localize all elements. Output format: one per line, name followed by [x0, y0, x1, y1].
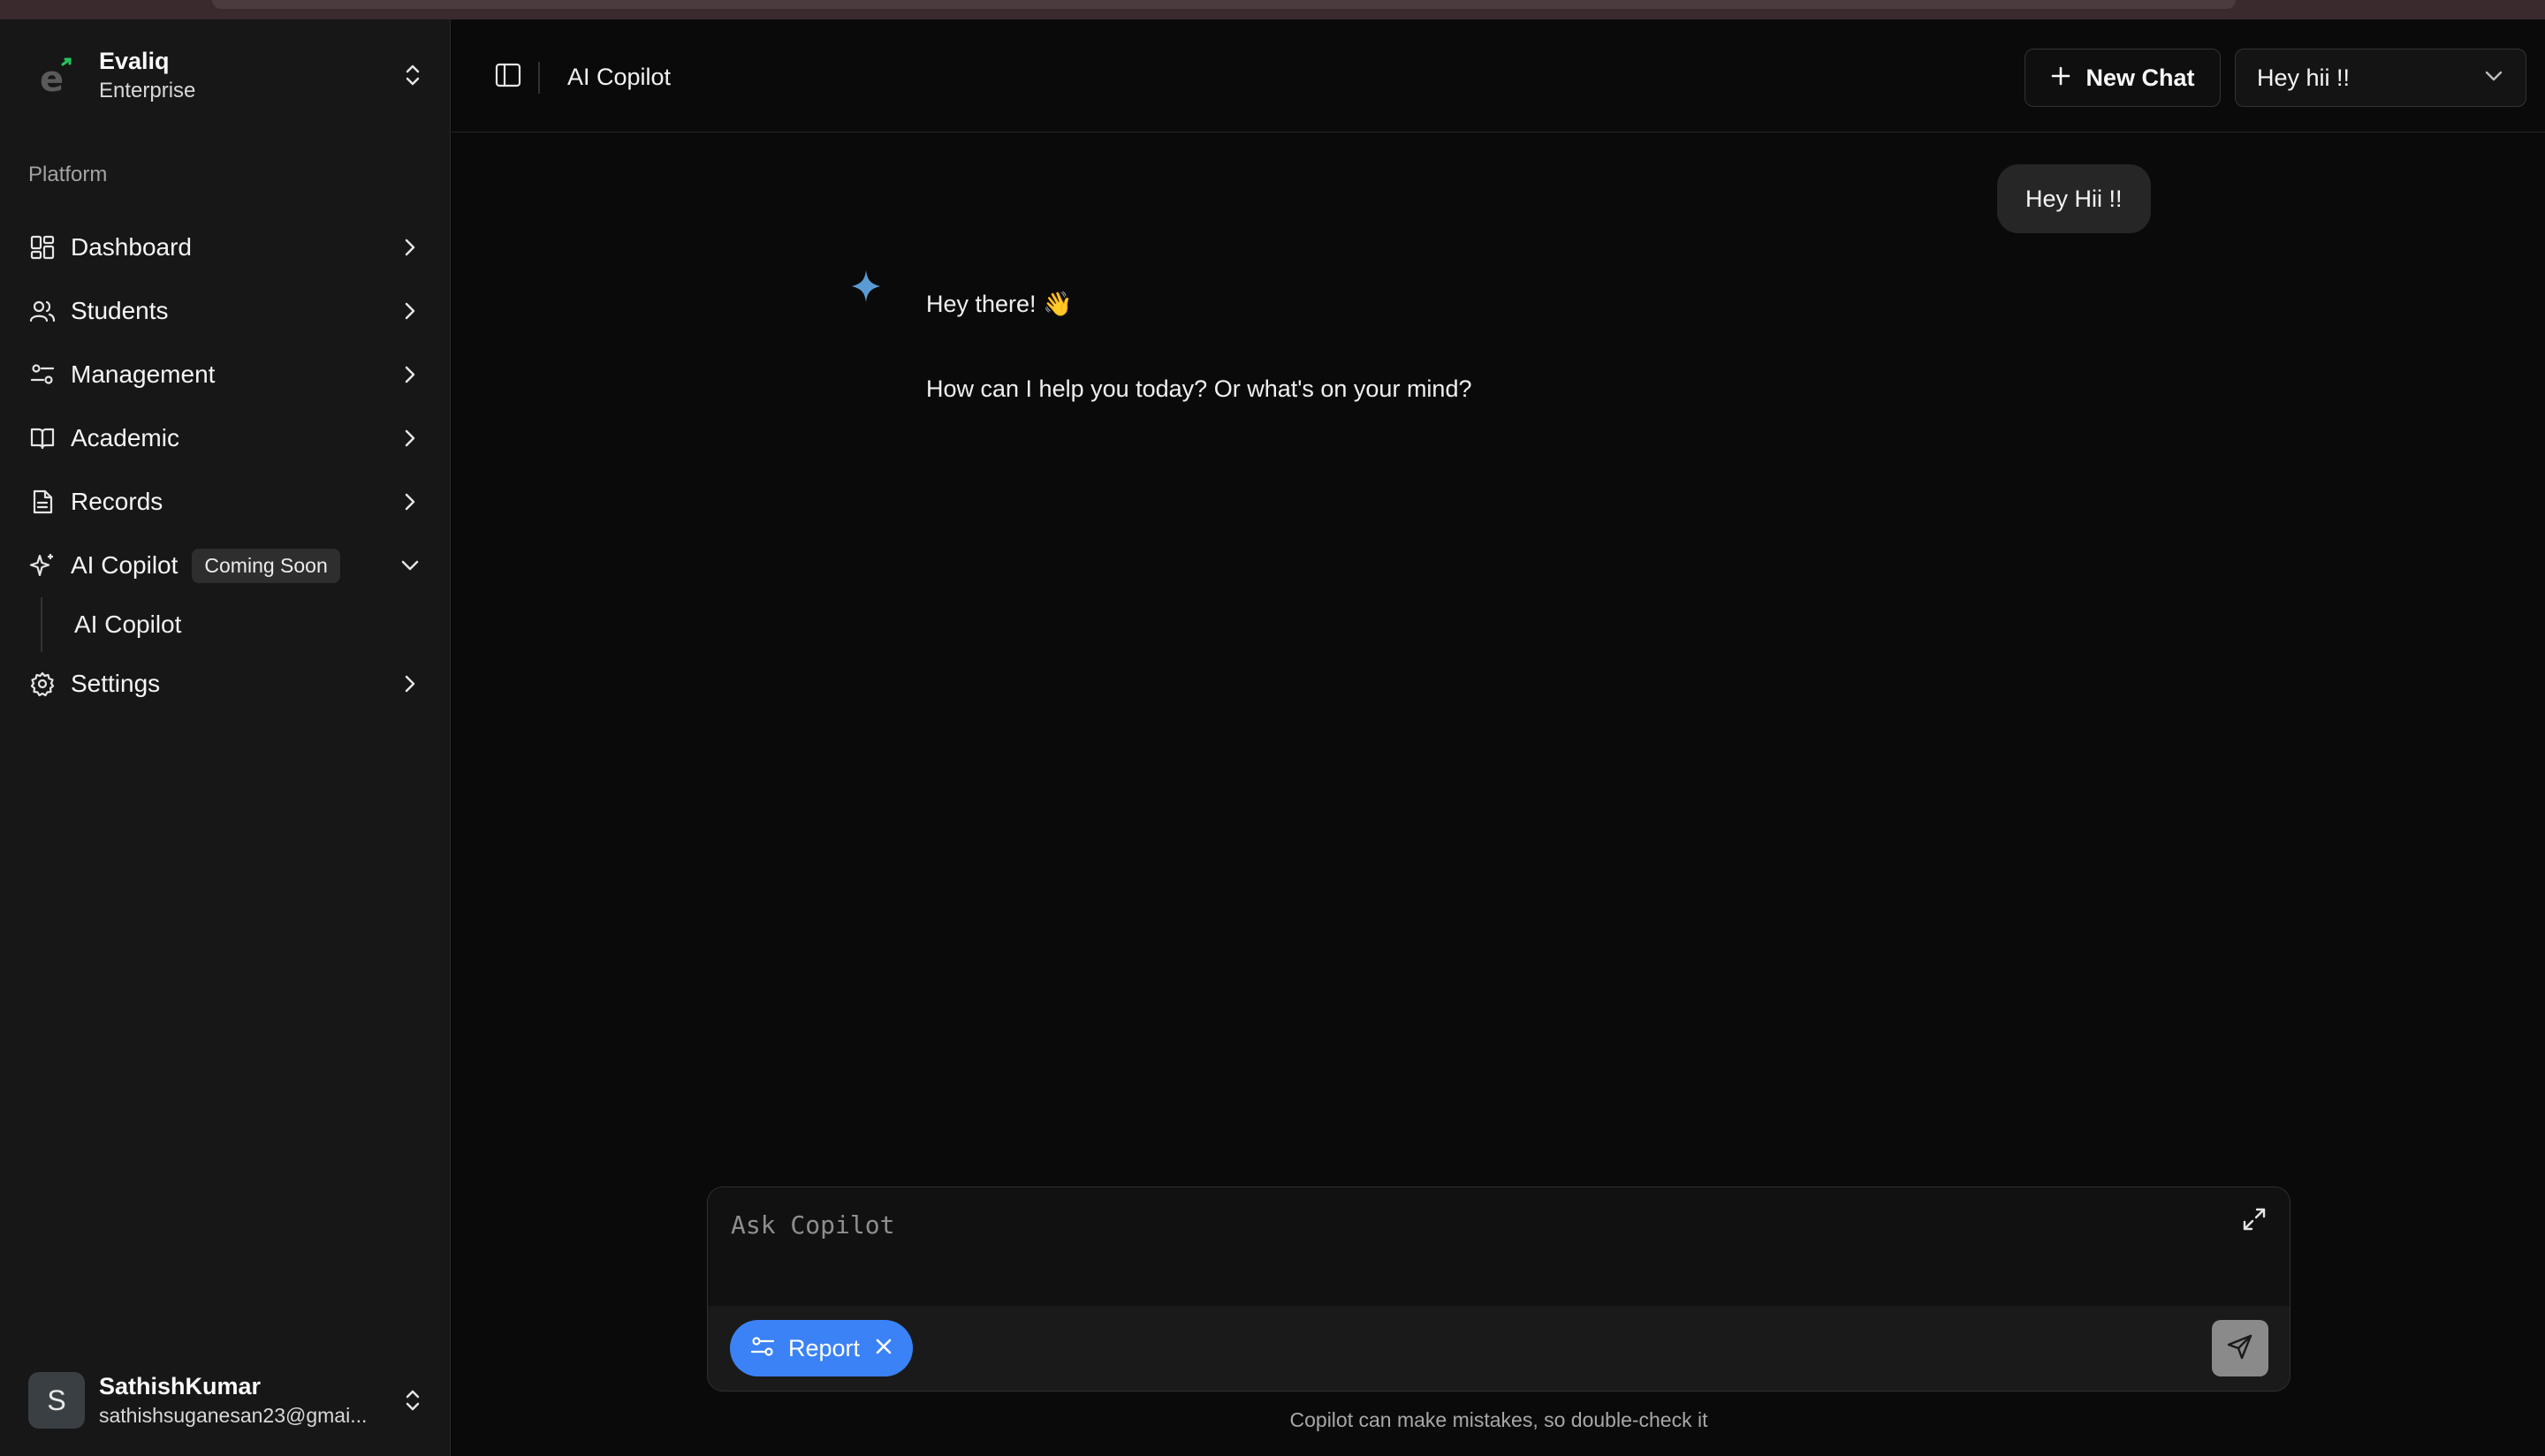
ai-message: Hey there! 👋 How can I help you today? O…: [926, 286, 1471, 406]
sidebar-item-ai-copilot[interactable]: AI Copilot Coming Soon: [14, 534, 437, 597]
ai-message-line: How can I help you today? Or what's on y…: [926, 375, 1472, 402]
section-label-platform: Platform: [28, 163, 108, 186]
panel-left-icon: [495, 63, 521, 92]
sidebar-item-label: Students: [71, 297, 169, 324]
svg-text:e: e: [40, 59, 64, 95]
coming-soon-badge: Coming Soon: [192, 548, 340, 583]
chevron-right-icon: [398, 299, 422, 323]
chevron-right-icon: [398, 426, 422, 451]
chat-composer: Report: [707, 1187, 2290, 1392]
user-message-bubble: Hey Hii !!: [1997, 164, 2151, 233]
page-title: AI Copilot: [567, 64, 672, 90]
expand-button[interactable]: [2238, 1205, 2270, 1237]
chevrons-up-down-icon: [399, 1387, 426, 1414]
send-icon: [2226, 1332, 2254, 1365]
chevron-right-icon: [398, 489, 422, 514]
sidebar-item-label: AI Copilot: [71, 551, 179, 579]
chevron-right-icon: [398, 362, 422, 387]
sidebar-item-label: Settings: [71, 670, 161, 697]
sidebar-subitem-ai-copilot[interactable]: AI Copilot: [41, 597, 437, 652]
sidebar: e Evaliq Enterprise Platform Dashboard S…: [0, 19, 451, 1456]
sidebar-item-management[interactable]: Management: [14, 343, 437, 406]
send-button[interactable]: [2212, 1320, 2268, 1376]
composer-toolbar: Report: [708, 1306, 2290, 1391]
user-email: sathishsuganesan23@gmai...: [99, 1404, 368, 1427]
report-chip-label: Report: [788, 1334, 861, 1361]
book-icon: [28, 424, 57, 452]
new-chat-label: New Chat: [2085, 64, 2195, 91]
sliders-icon: [749, 1335, 776, 1362]
org-switcher[interactable]: e Evaliq Enterprise: [28, 46, 426, 104]
chevron-down-icon: [398, 553, 422, 578]
sidebar-item-dashboard[interactable]: Dashboard: [14, 216, 437, 279]
sidebar-nav: Dashboard Students Management Academic R…: [14, 216, 437, 716]
user-name: SathishKumar: [99, 1373, 262, 1399]
org-name: Evaliq: [99, 47, 170, 74]
gear-icon: [28, 670, 57, 698]
disclaimer-text: Copilot can make mistakes, so double-che…: [1289, 1408, 1708, 1431]
sidebar-item-students[interactable]: Students: [14, 279, 437, 343]
sidebar-subitem-label: AI Copilot: [74, 610, 182, 638]
chevron-down-icon: [2483, 69, 2504, 87]
sidebar-toggle-button[interactable]: [483, 58, 533, 95]
users-icon: [28, 297, 57, 325]
grid-icon: [28, 233, 57, 262]
ai-message-line: Hey there! 👋: [926, 291, 1073, 317]
sidebar-item-settings[interactable]: Settings: [14, 652, 437, 716]
ai-sparkle-icon: [850, 269, 882, 304]
sidebar-item-label: Dashboard: [71, 233, 192, 261]
window-top-pill: [212, 0, 2236, 9]
sidebar-item-label: Records: [71, 488, 163, 515]
user-menu[interactable]: S SathishKumar sathishsuganesan23@gmai..…: [28, 1369, 426, 1431]
header-divider: [538, 62, 540, 94]
sidebar-item-records[interactable]: Records: [14, 470, 437, 534]
sparkles-icon: [28, 551, 57, 580]
expand-icon: [2241, 1206, 2268, 1237]
chevron-right-icon: [398, 235, 422, 260]
sidebar-item-academic[interactable]: Academic: [14, 406, 437, 470]
ask-copilot-input[interactable]: [708, 1187, 2290, 1306]
chevrons-up-down-icon: [399, 62, 426, 88]
chevron-right-icon: [398, 671, 422, 696]
close-icon[interactable]: [874, 1337, 893, 1361]
chat-history-select[interactable]: Hey hii !!: [2235, 49, 2526, 107]
report-chip[interactable]: Report: [730, 1320, 914, 1376]
org-plan: Enterprise: [99, 78, 196, 102]
sliders-icon: [28, 360, 57, 389]
main-header: AI Copilot New Chat Hey hii !!: [452, 19, 2545, 133]
sidebar-item-label: Academic: [71, 424, 179, 451]
plus-icon: [2050, 65, 2071, 91]
file-icon: [28, 488, 57, 516]
sidebar-item-label: Management: [71, 360, 216, 388]
new-chat-button[interactable]: New Chat: [2025, 49, 2221, 107]
avatar: S: [28, 1372, 85, 1429]
chat-select-value: Hey hii !!: [2257, 64, 2351, 91]
window-top-bar: [0, 0, 2545, 19]
evaliq-logo-icon: e: [28, 46, 87, 104]
